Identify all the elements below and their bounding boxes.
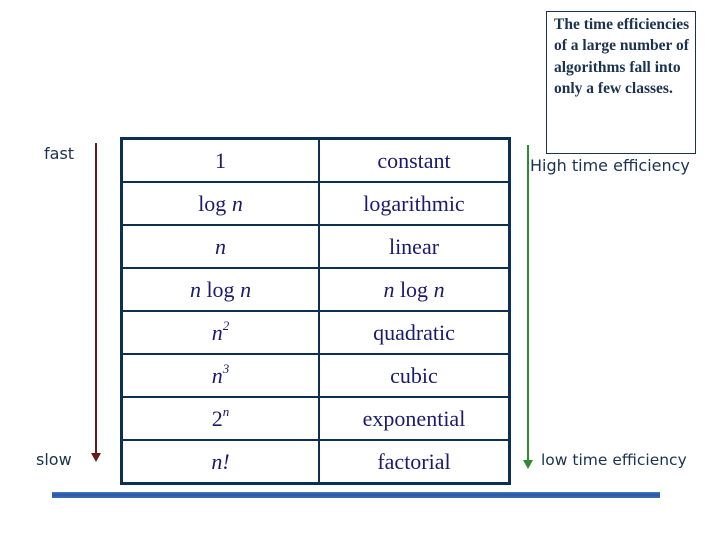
complexity-cell: 2n — [120, 396, 320, 441]
table-row: n2 quadratic — [120, 310, 511, 355]
complexity-cell: n! — [120, 439, 320, 485]
table-row: log n logarithmic — [120, 181, 511, 226]
table-row: n! factorial — [120, 439, 511, 485]
complexity-cell: n3 — [120, 353, 320, 398]
complexity-cell: n2 — [120, 310, 320, 355]
complexity-cell: 1 — [120, 137, 320, 183]
complexity-cell: n log n — [120, 267, 320, 312]
slow-label: slow — [36, 450, 72, 469]
note-box: The time efficiencies of a large number … — [546, 11, 696, 154]
complexity-cell: log n — [120, 181, 320, 226]
class-name-cell: exponential — [318, 396, 511, 441]
fast-label: fast — [44, 144, 75, 163]
class-name-cell: n log n — [318, 267, 511, 312]
table-row: n log nn log n — [120, 267, 511, 312]
class-name-cell: quadratic — [318, 310, 511, 355]
class-name-cell: logarithmic — [318, 181, 511, 226]
class-name-cell: cubic — [318, 353, 511, 398]
class-name-cell: linear — [318, 224, 511, 269]
efficiency-arrow-line — [527, 145, 529, 462]
high-efficiency-label: High time efficiency — [530, 156, 690, 175]
table-row: n linear — [120, 224, 511, 269]
complexity-cell: n — [120, 224, 320, 269]
table-row: n3 cubic — [120, 353, 511, 398]
speed-arrow-head-icon — [91, 453, 101, 462]
efficiency-arrow-head-icon — [523, 460, 533, 469]
efficiency-classes-table: 1 constant log n logarithmic n linear n log nn… — [120, 137, 511, 485]
footer-divider — [52, 492, 660, 498]
speed-arrow-line — [95, 143, 97, 455]
table-row: 2n exponential — [120, 396, 511, 441]
class-name-cell: factorial — [318, 439, 511, 485]
table-row: 1 constant — [120, 137, 511, 183]
class-name-cell: constant — [318, 137, 511, 183]
low-efficiency-label: low time efficiency — [541, 451, 687, 469]
